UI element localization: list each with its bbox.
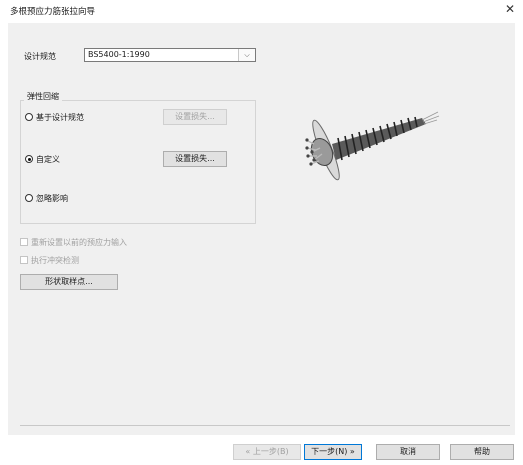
design-code-label: 设计规范 [24,52,56,61]
set-loss-button-disabled[interactable]: 设置损失... [163,109,227,125]
radio-user-defined[interactable] [25,155,33,163]
chevron-down-icon[interactable]: ⌵ [238,49,255,61]
radio-design-code-label: 基于设计规范 [36,113,84,122]
sample-points-button[interactable]: 形状取样点... [20,274,118,290]
next-button[interactable]: 下一步(N) » [304,444,362,460]
clash-check-label: 执行冲突检测 [31,256,79,265]
set-loss-button[interactable]: 设置损失... [163,151,227,167]
tendon-anchor-illustration [305,111,440,181]
design-code-value: BS5400-1:1990 [88,50,150,59]
window-title: 多根预应力筋张拉向导 [10,7,96,17]
close-icon[interactable]: ✕ [503,2,517,16]
reset-input-label: 重新设置以前的预应力输入 [31,238,127,247]
help-button[interactable]: 帮助 [450,444,514,460]
radio-ignore-label: 忽略影响 [36,194,68,203]
elastic-shortening-title: 弹性回缩 [24,91,62,102]
radio-design-code[interactable] [25,113,33,121]
footer-separator [20,425,510,426]
dialog-body [8,23,515,435]
back-button[interactable]: « 上一步(B) [233,444,301,460]
radio-ignore[interactable] [25,194,33,202]
radio-user-defined-label: 自定义 [36,155,60,164]
clash-check-checkbox[interactable] [20,256,28,264]
design-code-select[interactable]: BS5400-1:1990 ⌵ [84,48,256,62]
radio-selected-dot [27,157,31,161]
cancel-button[interactable]: 取消 [376,444,440,460]
reset-input-checkbox[interactable] [20,238,28,246]
title-bar: 多根预应力筋张拉向导 ✕ [0,0,523,20]
